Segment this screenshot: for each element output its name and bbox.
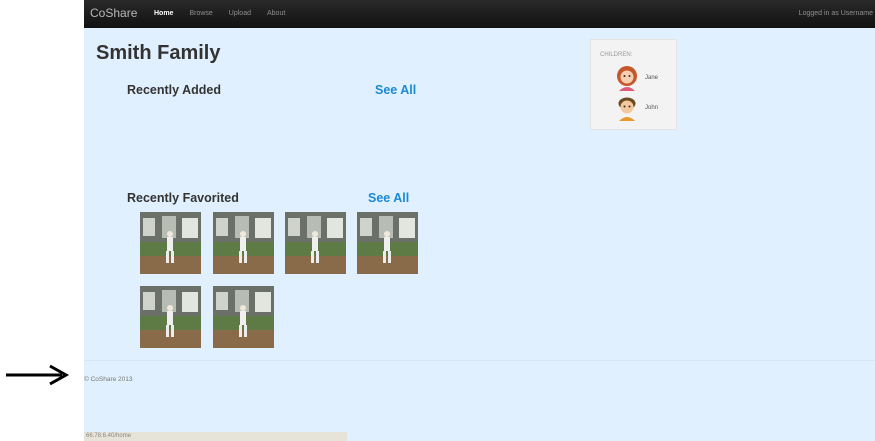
- nav-about[interactable]: About: [259, 0, 293, 28]
- nav-browse[interactable]: Browse: [181, 0, 220, 28]
- photo-thumbnail[interactable]: [213, 212, 274, 274]
- recently-favorited-see-all-link[interactable]: See All: [368, 191, 409, 205]
- browser-status-bar: 66.78.6.40/home: [84, 432, 347, 441]
- recently-added-see-all-link[interactable]: See All: [375, 83, 416, 97]
- status-url: 66.78.6.40/home: [86, 433, 132, 439]
- nav-home[interactable]: Home: [146, 0, 181, 28]
- boy-avatar-icon: [615, 95, 639, 121]
- children-panel: CHILDREN: Jane John: [590, 39, 677, 130]
- baseball-photo-icon: [140, 212, 201, 274]
- browser-page: CoShare Home Browse Upload About Logged …: [84, 0, 875, 441]
- girl-avatar-icon: [615, 65, 639, 91]
- main-nav: Home Browse Upload About: [146, 0, 293, 28]
- child-item-john[interactable]: John: [615, 95, 658, 121]
- child-name-jane: Jane: [645, 75, 659, 81]
- right-arrow-icon: [6, 364, 70, 386]
- child-item-jane[interactable]: Jane: [615, 65, 658, 91]
- footer-divider: [84, 360, 875, 361]
- photo-thumbnail[interactable]: [357, 212, 418, 274]
- recently-added-heading: Recently Added: [127, 83, 222, 97]
- photo-thumbnail[interactable]: [213, 286, 274, 348]
- baseball-photo-icon: [213, 212, 274, 274]
- child-name-john: John: [645, 105, 659, 111]
- page-title: Smith Family: [96, 42, 221, 64]
- children-label: CHILDREN:: [600, 52, 633, 58]
- login-status[interactable]: Logged in as Username: [799, 0, 873, 28]
- baseball-photo-icon: [285, 212, 346, 274]
- footer-copyright: © CoShare 2013: [84, 376, 133, 383]
- photo-thumbnail[interactable]: [140, 286, 201, 348]
- nav-upload[interactable]: Upload: [221, 0, 259, 28]
- brand-logo[interactable]: CoShare: [90, 6, 137, 20]
- baseball-photo-icon: [140, 286, 201, 348]
- recently-favorited-heading: Recently Favorited: [127, 191, 239, 205]
- photo-thumbnail[interactable]: [140, 212, 201, 274]
- top-navbar: CoShare Home Browse Upload About Logged …: [84, 0, 875, 28]
- photo-thumbnail[interactable]: [285, 212, 346, 274]
- baseball-photo-icon: [213, 286, 274, 348]
- baseball-photo-icon: [357, 212, 418, 274]
